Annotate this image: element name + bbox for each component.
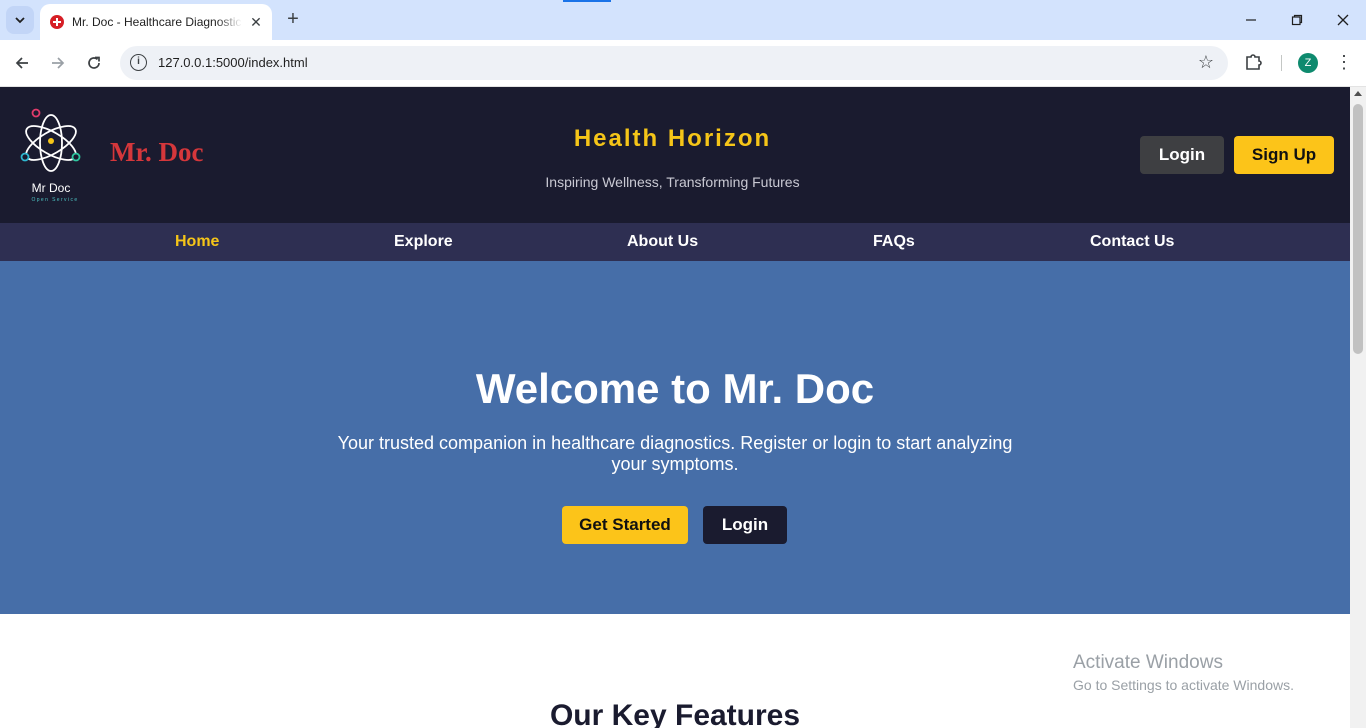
star-icon[interactable]: ☆ (1198, 52, 1214, 73)
puzzle-icon[interactable] (1243, 50, 1265, 72)
header-signup-button[interactable]: Sign Up (1234, 136, 1334, 174)
info-icon[interactable]: i (130, 54, 147, 71)
header-login-button[interactable]: Login (1140, 136, 1224, 174)
toolbar-divider (1281, 55, 1282, 71)
address-bar[interactable]: i 127.0.0.1:5000/index.html ☆ (120, 46, 1228, 80)
get-started-button[interactable]: Get Started (562, 506, 688, 544)
nav-item-about-us[interactable]: About Us (627, 233, 698, 251)
hero-title: Welcome to Mr. Doc (475, 365, 875, 412)
nav-item-home[interactable]: Home (175, 233, 219, 251)
nav-item-faqs[interactable]: FAQs (873, 233, 915, 251)
url-text[interactable]: 127.0.0.1:5000/index.html (158, 55, 308, 70)
more-vertical-icon[interactable]: ⋮ (1335, 50, 1353, 74)
plus-icon[interactable]: + (282, 8, 304, 30)
hero-section: Welcome to Mr. Doc Your trusted companio… (0, 261, 1350, 614)
favicon-icon (50, 15, 64, 29)
chevron-down-icon[interactable] (6, 6, 34, 34)
logo-subtext: Open Service (31, 197, 79, 203)
tab-title: Mr. Doc - Healthcare Diagnostics (72, 15, 242, 29)
reload-icon[interactable] (81, 50, 107, 76)
restore-icon[interactable] (1285, 8, 1309, 32)
scroll-thumb[interactable] (1353, 104, 1363, 354)
hero-login-button[interactable]: Login (703, 506, 787, 544)
close-icon[interactable]: ✕ (248, 14, 264, 31)
watermark-line-1: Activate Windows (1073, 652, 1223, 673)
profile-avatar[interactable]: Z (1298, 53, 1318, 73)
watermark-line-2: Go to Settings to activate Windows. (1073, 677, 1294, 693)
activate-windows-watermark: Activate Windows Go to Settings to activ… (1073, 652, 1294, 693)
site-tagline: Inspiring Wellness, Transforming Futures (545, 174, 800, 190)
browser-tab[interactable]: Mr. Doc - Healthcare Diagnostics ✕ (40, 4, 272, 40)
nav-item-explore[interactable]: Explore (394, 233, 453, 251)
page-scrollbar[interactable] (1350, 87, 1366, 728)
browser-tab-bar: Mr. Doc - Healthcare Diagnostics ✕ + (0, 0, 1366, 40)
browser-toolbar: i 127.0.0.1:5000/index.html ☆ (0, 40, 1366, 87)
features-title: Our Key Features (549, 699, 801, 728)
tab-indicator (563, 0, 611, 2)
close-window-icon[interactable] (1331, 8, 1355, 32)
scroll-up-icon[interactable] (1354, 91, 1362, 96)
nav-item-contact-us[interactable]: Contact Us (1090, 233, 1174, 251)
minimize-icon[interactable] (1239, 8, 1263, 32)
main-nav: Home Explore About Us FAQs Contact Us (0, 223, 1350, 261)
logo[interactable]: Mr Doc Open Service (18, 105, 93, 205)
arrow-left-icon[interactable] (9, 50, 35, 76)
site-header: Mr Doc Open Service Mr. Doc Health Horiz… (0, 87, 1350, 223)
hero-text: Your trusted companion in healthcare dia… (337, 433, 1013, 474)
web-page: Mr Doc Open Service Mr. Doc Health Horiz… (0, 87, 1350, 728)
arrow-right-icon[interactable] (45, 50, 71, 76)
